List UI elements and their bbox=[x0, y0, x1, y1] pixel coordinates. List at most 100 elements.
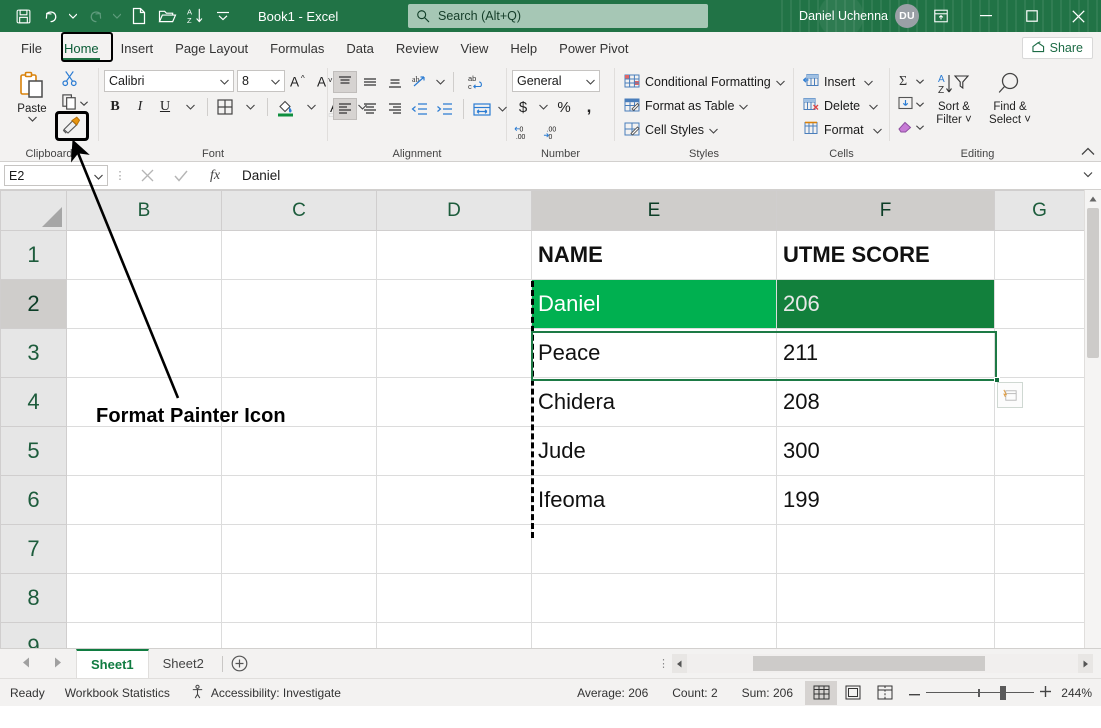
accounting-format-button[interactable]: $ bbox=[512, 96, 534, 118]
cell-B6[interactable] bbox=[67, 476, 222, 525]
underline-chevron-down-icon[interactable] bbox=[179, 96, 201, 118]
name-box-chevron-down-icon[interactable] bbox=[94, 169, 103, 183]
collapse-ribbon-icon[interactable] bbox=[1081, 147, 1095, 159]
decrease-decimal-button[interactable]: .00 0 bbox=[541, 121, 567, 143]
cell-C1[interactable] bbox=[222, 231, 377, 280]
minimize-button[interactable] bbox=[963, 0, 1009, 32]
row-header-8[interactable]: 8 bbox=[1, 574, 67, 623]
next-sheet-button[interactable] bbox=[53, 657, 62, 670]
search-input[interactable]: Search (Alt+Q) bbox=[408, 4, 708, 28]
italic-button[interactable]: I bbox=[129, 96, 151, 118]
conditional-formatting-button[interactable]: Conditional Formatting bbox=[620, 70, 789, 94]
status-average[interactable]: Average: 206 bbox=[565, 686, 660, 700]
row-header-3[interactable]: 3 bbox=[1, 329, 67, 378]
save-icon[interactable] bbox=[10, 4, 36, 28]
horizontal-scroll-track[interactable] bbox=[687, 654, 1078, 673]
middle-align-button[interactable] bbox=[358, 71, 382, 93]
clear-button[interactable] bbox=[895, 116, 926, 138]
zoom-slider-thumb[interactable] bbox=[1000, 686, 1006, 700]
new-icon[interactable] bbox=[126, 4, 152, 28]
zoom-level[interactable]: 244% bbox=[1059, 686, 1101, 700]
column-header-B[interactable]: B bbox=[67, 191, 222, 231]
cell-E6[interactable]: Ifeoma bbox=[532, 476, 777, 525]
cell-F3[interactable]: 211 bbox=[777, 329, 995, 378]
tab-power-pivot[interactable]: Power Pivot bbox=[548, 36, 639, 62]
tab-review[interactable]: Review bbox=[385, 36, 450, 62]
page-layout-view-button[interactable] bbox=[837, 681, 869, 705]
decrease-indent-button[interactable] bbox=[408, 98, 432, 120]
format-as-table-button[interactable]: Format as Table bbox=[620, 94, 752, 118]
cell-E4[interactable]: Chidera bbox=[532, 378, 777, 427]
cell-F2[interactable]: 206 bbox=[777, 280, 995, 329]
share-button[interactable]: Share bbox=[1022, 37, 1093, 59]
conditional-formatting-chevron-down-icon[interactable] bbox=[776, 75, 785, 89]
confirm-edit-icon[interactable] bbox=[166, 165, 196, 187]
undo-chevron-down-icon[interactable] bbox=[66, 4, 80, 28]
open-icon[interactable] bbox=[154, 4, 180, 28]
scroll-right-button[interactable] bbox=[1078, 654, 1093, 673]
status-sum[interactable]: Sum: 206 bbox=[730, 686, 805, 700]
cell-D8[interactable] bbox=[377, 574, 532, 623]
bottom-align-button[interactable] bbox=[383, 71, 407, 93]
horizontal-scroll-thumb[interactable] bbox=[753, 656, 985, 671]
cell-G9[interactable] bbox=[995, 623, 1085, 649]
top-align-button[interactable] bbox=[333, 71, 357, 93]
delete-cells-button[interactable]: Delete bbox=[799, 94, 882, 118]
increase-indent-button[interactable] bbox=[433, 98, 457, 120]
font-name-input[interactable]: Calibri bbox=[104, 70, 234, 92]
tab-home[interactable]: Home bbox=[53, 36, 110, 62]
horizontal-scrollbar[interactable] bbox=[672, 654, 1093, 673]
format-as-table-chevron-down-icon[interactable] bbox=[739, 99, 748, 113]
cell-E2[interactable]: Daniel bbox=[532, 280, 777, 329]
borders-button[interactable] bbox=[214, 96, 236, 118]
cancel-edit-icon[interactable] bbox=[132, 165, 162, 187]
workbook-statistics-button[interactable]: Workbook Statistics bbox=[55, 686, 180, 700]
maximize-button[interactable] bbox=[1009, 0, 1055, 32]
cell-G5[interactable] bbox=[995, 427, 1085, 476]
cell-G2[interactable] bbox=[995, 280, 1085, 329]
underline-button[interactable]: U bbox=[154, 96, 176, 118]
cell-B9[interactable] bbox=[67, 623, 222, 649]
paste-options-button[interactable] bbox=[997, 382, 1023, 408]
scroll-up-button[interactable] bbox=[1085, 190, 1101, 207]
close-button[interactable] bbox=[1055, 0, 1101, 32]
accounting-chevron-down-icon[interactable] bbox=[537, 96, 550, 118]
center-button[interactable] bbox=[358, 98, 382, 120]
cell-G7[interactable] bbox=[995, 525, 1085, 574]
autosum-chevron-down-icon[interactable] bbox=[916, 77, 924, 86]
previous-sheet-button[interactable] bbox=[22, 657, 31, 670]
sort-filter-chevron-down-icon[interactable]: ˅ bbox=[965, 114, 972, 126]
number-format-select[interactable]: General bbox=[512, 70, 600, 92]
vertical-scroll-thumb[interactable] bbox=[1087, 208, 1099, 358]
formula-input[interactable]: Daniel bbox=[234, 165, 1075, 187]
row-header-9[interactable]: 9 bbox=[1, 623, 67, 649]
cell-F1[interactable]: UTME SCORE bbox=[777, 231, 995, 280]
paste-chevron-down-icon[interactable] bbox=[28, 115, 37, 124]
cell-styles-button[interactable]: Cell Styles bbox=[620, 118, 722, 142]
ribbon-display-options-icon[interactable] bbox=[919, 0, 963, 32]
bold-button[interactable]: B bbox=[104, 96, 126, 118]
row-header-6[interactable]: 6 bbox=[1, 476, 67, 525]
cell-D3[interactable] bbox=[377, 329, 532, 378]
column-header-F[interactable]: F bbox=[777, 191, 995, 231]
format-chevron-down-icon[interactable] bbox=[873, 123, 882, 137]
undo-icon[interactable] bbox=[38, 4, 64, 28]
cell-D5[interactable] bbox=[377, 427, 532, 476]
autosum-button[interactable]: Σ bbox=[895, 70, 926, 92]
cut-button[interactable] bbox=[59, 69, 90, 91]
cell-B5[interactable] bbox=[67, 427, 222, 476]
zoom-in-button[interactable] bbox=[1040, 686, 1051, 700]
cell-E3[interactable]: Peace bbox=[532, 329, 777, 378]
row-header-4[interactable]: 4 bbox=[1, 378, 67, 427]
cell-C3[interactable] bbox=[222, 329, 377, 378]
orientation-button[interactable]: ab bbox=[408, 71, 432, 93]
status-count[interactable]: Count: 2 bbox=[660, 686, 729, 700]
tab-page-layout[interactable]: Page Layout bbox=[164, 36, 259, 62]
sort-az-icon[interactable]: A Z bbox=[182, 4, 208, 28]
cell-E9[interactable] bbox=[532, 623, 777, 649]
zoom-slider[interactable] bbox=[926, 685, 1034, 701]
font-size-input[interactable]: 8 bbox=[237, 70, 285, 92]
cell-C2[interactable] bbox=[222, 280, 377, 329]
cell-G1[interactable] bbox=[995, 231, 1085, 280]
cell-G3[interactable] bbox=[995, 329, 1085, 378]
